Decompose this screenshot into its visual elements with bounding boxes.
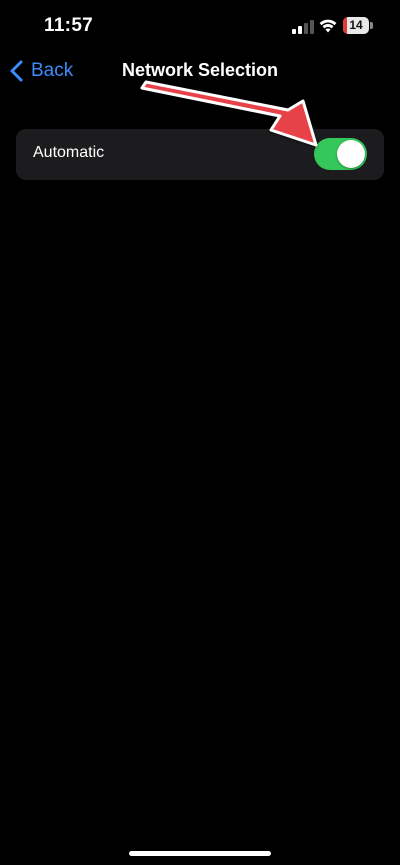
cellular-signal-icon (292, 20, 314, 34)
status-bar: 11:57 14 (0, 0, 400, 50)
status-time: 11:57 (44, 15, 94, 36)
wifi-icon (319, 19, 337, 33)
battery-body: 14 (343, 17, 369, 34)
home-indicator[interactable] (129, 851, 271, 856)
battery-cap (370, 22, 373, 29)
annotation-arrow-icon (140, 80, 318, 147)
battery-icon: 14 (343, 17, 373, 34)
automatic-label: Automatic (33, 144, 105, 161)
toggle-knob (337, 140, 365, 168)
battery-level-text: 14 (349, 18, 363, 32)
